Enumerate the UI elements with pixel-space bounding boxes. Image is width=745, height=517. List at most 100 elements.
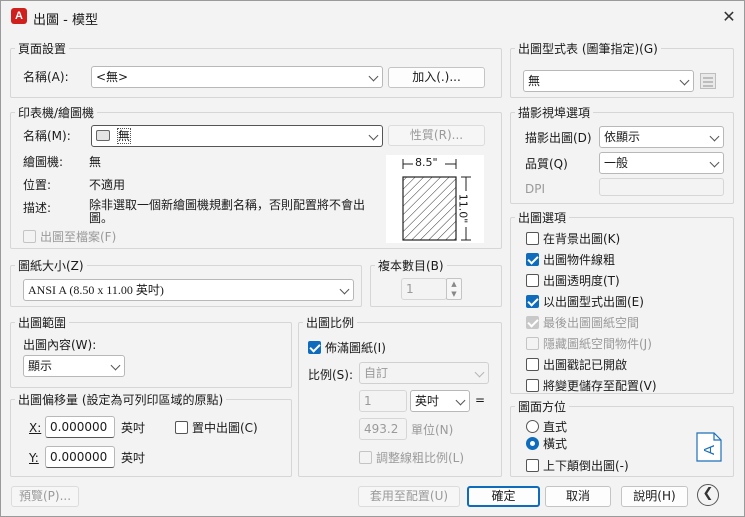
fit-to-paper-checkbox[interactable]: 佈滿圖紙(I) — [308, 340, 386, 356]
portrait-label: 直式 — [543, 420, 568, 434]
plot-options-group: 出圖選項 在背景出圖(K) 出圖物件線粗 出圖透明度(T) 以出圖型式出圖(E)… — [510, 209, 734, 394]
plot-option-label: 出圖透明度(T) — [543, 274, 620, 288]
apply-to-layout-button[interactable]: 套用至配置(U) — [358, 486, 460, 507]
radio-dot — [526, 420, 539, 433]
plot-options-legend: 出圖選項 — [515, 209, 570, 226]
plot-option-label: 出圖戳記已開啟 — [543, 358, 628, 372]
scale-denominator-input[interactable]: 493.2 — [359, 418, 407, 440]
svg-text:A: A — [701, 445, 718, 455]
orientation-legend: 圖面方位 — [515, 398, 570, 415]
plotter-group: 印表機/繪圖機 名稱(M): 無 性質(R)... 繪圖機: 無 位置: 不適用… — [10, 104, 502, 249]
plot-with-styles-checkbox[interactable]: 以出圖型式出圖(E) — [526, 294, 644, 310]
close-icon[interactable]: ✕ — [717, 5, 741, 29]
fit-to-paper-label: 佈滿圖紙(I) — [325, 341, 386, 355]
plot-option-label: 隱藏圖紙空間物件(J) — [543, 337, 652, 351]
checkbox-box — [526, 459, 539, 472]
scale-lineweights-checkbox[interactable]: 調整線粗比例(L) — [359, 450, 464, 466]
center-plot-checkbox[interactable]: 置中出圖(C) — [175, 420, 258, 436]
upside-down-checkbox[interactable]: 上下顛倒出圖(-) — [526, 458, 629, 474]
checkbox-box — [526, 358, 539, 371]
scale-lineweights-label: 調整線粗比例(L) — [376, 451, 465, 465]
checkbox-box — [359, 451, 372, 464]
page-setup-name-value: <無> — [96, 70, 129, 84]
plot-to-file-checkbox[interactable]: 出圖至檔案(F) — [23, 229, 116, 245]
quality-label: 品質(Q) — [525, 157, 568, 171]
plot-transparency-checkbox[interactable]: 出圖透明度(T) — [526, 273, 620, 289]
scale-value: 自訂 — [364, 366, 389, 380]
plot-stamp-checkbox[interactable]: 出圖戳記已開啟 — [526, 357, 627, 373]
plot-scale-legend: 出圖比例 — [303, 314, 358, 331]
checkbox-box — [526, 253, 539, 266]
scale-numerator-input[interactable]: 1 — [359, 390, 407, 412]
plotter-label: 繪圖機: — [23, 155, 64, 169]
dpi-label: DPI — [525, 182, 546, 196]
checkbox-box — [175, 421, 188, 434]
chevron-down-icon — [368, 130, 379, 141]
hide-paperspace-objects-checkbox[interactable]: 隱藏圖紙空間物件(J) — [526, 336, 652, 352]
copies-input[interactable]: 1 — [401, 278, 447, 300]
dpi-input[interactable] — [599, 178, 724, 196]
checkbox-box — [308, 341, 321, 354]
plotter-legend: 印表機/繪圖機 — [15, 104, 98, 121]
radio-dot — [526, 437, 539, 450]
title-bar: A 出圖 - 模型 ✕ — [1, 1, 744, 33]
plot-paperspace-last-checkbox[interactable]: 最後出圖圖紙空間 — [526, 315, 639, 331]
copies-spinner[interactable]: ▲ ▼ — [446, 278, 462, 300]
checkbox-box — [526, 274, 539, 287]
preview-button[interactable]: 預覽(P)... — [11, 486, 79, 507]
plotter-properties-button[interactable]: 性質(R)... — [388, 125, 485, 146]
copies-legend: 複本數目(B) — [375, 257, 447, 274]
plot-lineweights-checkbox[interactable]: 出圖物件線粗 — [526, 252, 615, 268]
spin-down-icon[interactable]: ▼ — [447, 289, 461, 299]
plot-to-file-label: 出圖至檔案(F) — [40, 230, 117, 244]
plot-style-table-select[interactable]: 無 — [523, 70, 694, 92]
plot-area-group: 出圖範圍 出圖內容(W): 顯示 — [10, 314, 292, 388]
shaded-viewport-legend: 描影視埠選項 — [515, 104, 594, 121]
quality-select[interactable]: 一般 — [599, 152, 724, 174]
landscape-page-icon: A — [696, 432, 722, 462]
edit-plot-style-icon[interactable] — [700, 73, 716, 89]
quality-value: 一般 — [604, 156, 629, 170]
checkbox-box — [23, 230, 36, 243]
cancel-button[interactable]: 取消 — [545, 486, 611, 507]
save-to-layout-checkbox[interactable]: 將變更儲存至配置(V) — [526, 378, 657, 394]
offset-x-input[interactable]: 0.000000 — [45, 416, 115, 438]
copies-group: 複本數目(B) 1 ▲ ▼ — [370, 257, 502, 307]
landscape-radio[interactable]: 橫式 — [526, 436, 567, 452]
portrait-radio[interactable]: 直式 — [526, 419, 567, 435]
scale-unit-value: 英吋 — [415, 394, 440, 408]
scale-unit-select[interactable]: 英吋 — [410, 390, 470, 412]
background-plot-checkbox[interactable]: 在背景出圖(K) — [526, 231, 620, 247]
plotter-name-value: 無 — [116, 128, 131, 144]
checkbox-box — [526, 316, 539, 329]
collapse-options-icon[interactable]: ❮ — [697, 484, 719, 506]
plot-option-label: 將變更儲存至配置(V) — [543, 379, 657, 393]
paper-size-select[interactable]: ANSI A (8.50 x 11.00 英吋) — [23, 279, 354, 301]
orientation-group: 圖面方位 直式 橫式 上下顛倒出圖(-) A — [510, 398, 734, 477]
scale-select[interactable]: 自訂 — [359, 362, 489, 384]
description-label: 描述: — [23, 201, 52, 215]
help-button[interactable]: 說明(H) — [621, 486, 688, 507]
upside-down-label: 上下顛倒出圖(-) — [543, 459, 629, 473]
location-value: 不適用 — [89, 178, 126, 192]
plotter-name-select[interactable]: 無 — [91, 125, 383, 147]
shade-plot-select[interactable]: 依顯示 — [599, 126, 724, 148]
plot-what-label: 出圖內容(W): — [23, 338, 97, 352]
shade-plot-value: 依顯示 — [604, 130, 641, 144]
plotter-value: 無 — [89, 155, 102, 169]
scale-unit-label: 單位(N) — [411, 423, 454, 437]
chevron-down-icon — [679, 75, 690, 86]
plot-what-select[interactable]: 顯示 — [23, 355, 125, 377]
page-setup-name-select[interactable]: <無> — [91, 66, 383, 88]
paper-height-label: 11.0" — [456, 193, 470, 224]
plot-style-table-legend: 出圖型式表 (圖筆指定)(G) — [515, 40, 661, 57]
ok-button[interactable]: 確定 — [467, 486, 540, 507]
checkbox-box — [526, 337, 539, 350]
add-page-setup-button[interactable]: 加入(.)... — [388, 67, 485, 88]
plot-option-label: 出圖物件線粗 — [543, 253, 616, 267]
plot-option-label: 在背景出圖(K) — [543, 232, 621, 246]
plot-offset-legend: 出圖偏移量 (設定為可列印區域的原點) — [15, 391, 227, 408]
offset-y-input[interactable]: 0.000000 — [45, 446, 115, 468]
spin-up-icon[interactable]: ▲ — [447, 279, 461, 289]
plot-area-legend: 出圖範圍 — [15, 314, 70, 331]
